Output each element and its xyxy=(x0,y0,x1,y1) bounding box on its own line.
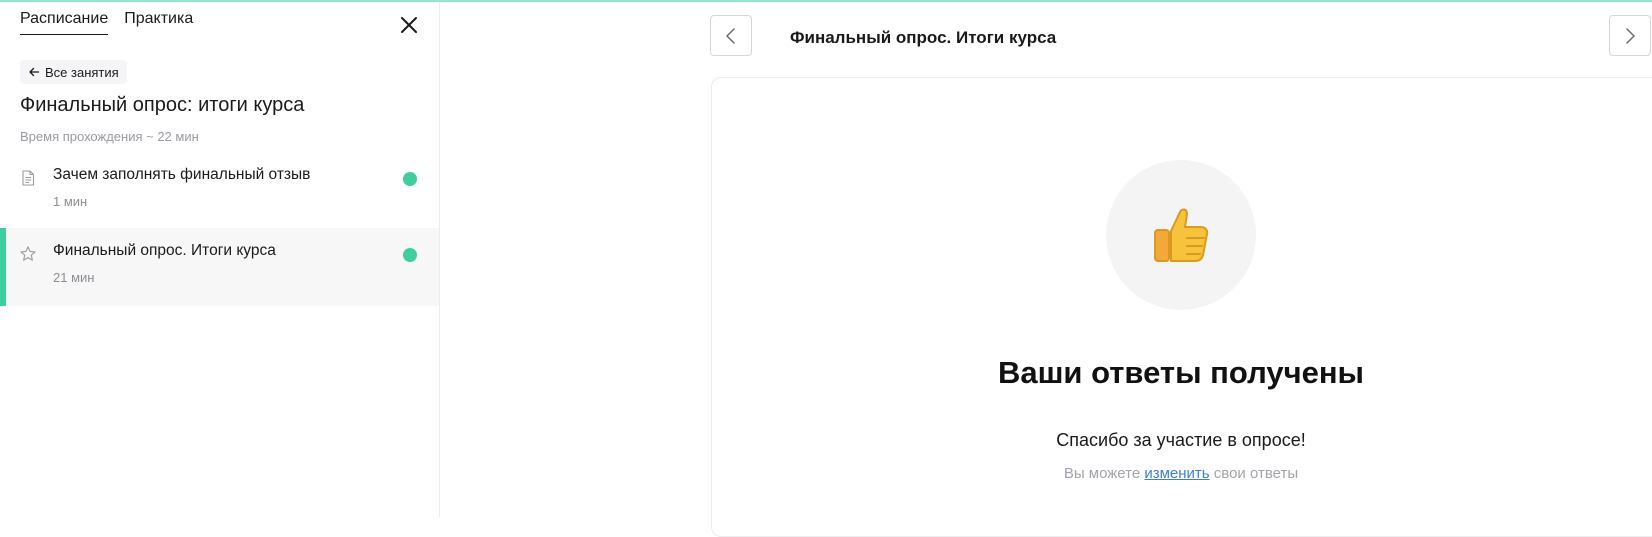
lesson-title: Финальный опрос. Итоги курса xyxy=(53,242,276,259)
change-answers-line: Вы можете изменить свои ответы xyxy=(941,465,1421,482)
document-icon xyxy=(22,170,35,186)
lesson-item-final-survey[interactable]: Финальный опрос. Итоги курса 21 мин xyxy=(0,228,439,306)
lesson-title: Зачем заполнять финальный отзыв xyxy=(53,166,311,183)
back-label: Все занятия xyxy=(45,64,119,80)
next-lesson-button[interactable] xyxy=(1609,15,1651,56)
tab-practice[interactable]: Практика xyxy=(124,10,193,35)
chevron-left-icon xyxy=(726,27,735,44)
arrow-left-icon xyxy=(29,67,40,77)
back-to-all-lessons-button[interactable]: Все занятия xyxy=(20,60,127,84)
course-time: Время прохождения ~ 22 мин xyxy=(20,129,199,144)
close-icon xyxy=(401,17,417,33)
star-icon xyxy=(20,246,36,261)
active-lesson-indicator xyxy=(0,228,6,306)
tab-schedule[interactable]: Расписание xyxy=(20,10,109,35)
sidebar-tabs: Расписание Практика xyxy=(20,10,193,35)
chevron-right-icon xyxy=(1626,27,1635,44)
completed-status-dot xyxy=(403,248,417,262)
previous-lesson-button[interactable] xyxy=(710,15,752,56)
lesson-header-title: Финальный опрос. Итоги курса xyxy=(790,28,1057,47)
change-suffix: свои ответы xyxy=(1209,465,1299,482)
sidebar: Расписание Практика Все занятия Финальны… xyxy=(0,2,440,517)
thanks-message: Спасибо за участие в опросе! xyxy=(1056,430,1306,450)
thumbs-up-badge xyxy=(1106,160,1256,310)
lesson-duration: 21 мин xyxy=(53,270,95,285)
result-title: Ваши ответы получены xyxy=(997,355,1365,390)
close-button[interactable] xyxy=(398,14,420,36)
course-title: Финальный опрос: итоги курса xyxy=(20,94,305,116)
change-answers-link[interactable]: изменить xyxy=(1144,465,1209,482)
completed-status-dot xyxy=(403,172,417,186)
lesson-duration: 1 мин xyxy=(53,194,88,209)
change-prefix: Вы можете xyxy=(1063,465,1145,482)
lesson-item-why-feedback[interactable]: Зачем заполнять финальный отзыв 1 мин xyxy=(0,152,439,230)
thumbs-up-icon xyxy=(1154,208,1209,262)
